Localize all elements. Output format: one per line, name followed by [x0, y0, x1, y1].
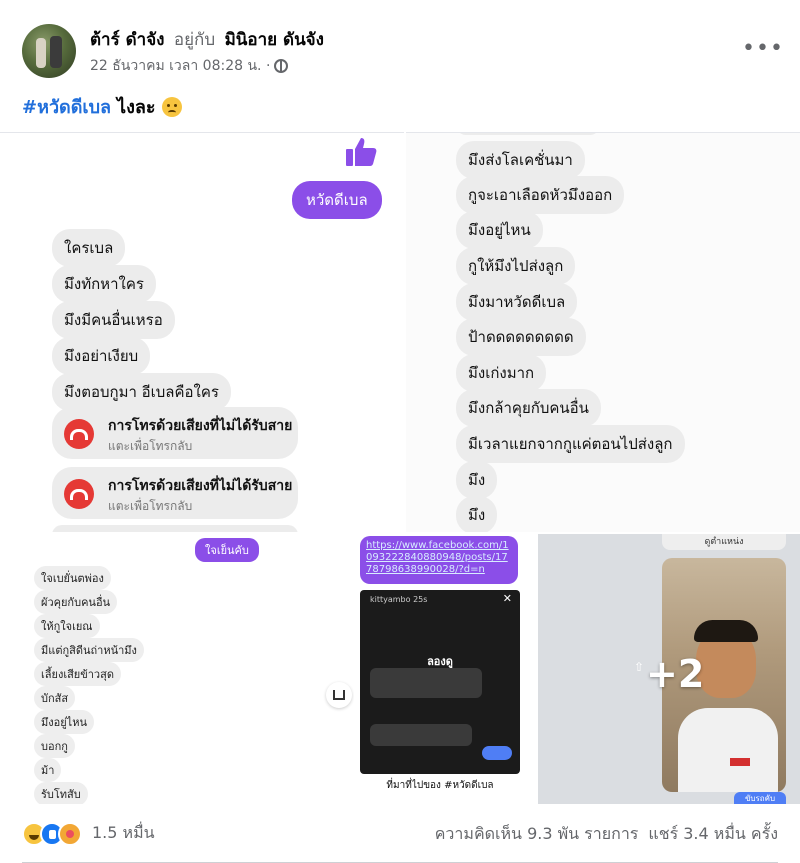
chat-message: มึง	[456, 496, 498, 532]
hair-shape	[694, 620, 758, 642]
chat-message: มึงมีคนอื่นเหรอ	[52, 301, 175, 339]
missed-call-bubble: การโทรด้วยเสียงที่ไม่ได้รับสาย แตะเพื่อโ…	[52, 467, 298, 519]
avatar-figure	[36, 38, 46, 68]
missed-call-title: การโทรด้วยเสียงที่ไม่ได้รับสาย	[108, 418, 293, 434]
shirt-logo	[730, 758, 750, 766]
story-message	[370, 668, 482, 698]
gallery-photo-5[interactable]: ดูตำแหน่ง ⇧ +2 ขับรถคับ	[538, 534, 800, 804]
chat-message: เลี้ยงเสียข้าวสุด	[34, 662, 121, 686]
chat-message: ผัวคุยกับคนอื่น	[34, 590, 118, 614]
chat-message: กูจะเอาเลือดหัวมึงออก	[456, 176, 625, 214]
chat-message: มึงอย่าเงียบ	[52, 337, 151, 375]
post-timestamp[interactable]: 22 ธันวาคม เวลา 08:28 น. ·	[90, 55, 270, 77]
more-photos-count[interactable]: +2	[646, 652, 704, 696]
missed-call-subtitle: แตะเพื่อโทรกลับ	[108, 439, 193, 453]
location-label: ดูตำแหน่ง	[662, 534, 786, 550]
chat-message: มึง	[456, 461, 498, 499]
chat-message: มึงทักหาใคร	[52, 265, 156, 303]
chat-message: มีเวลาแยกจากกูแค่ตอนไปส่งลูก	[456, 425, 685, 463]
close-icon: ✕	[502, 592, 512, 605]
care-reaction-icon	[58, 821, 82, 846]
purple-message: หวัดดีเบล	[292, 181, 382, 219]
post-footer: 1.5 หมื่น ความคิดเห็น 9.3 พัน รายการ แชร…	[0, 804, 800, 863]
story-username: kittyambo 25s	[370, 595, 428, 604]
purple-message: ใจเย็นคับ	[195, 538, 259, 562]
missed-call-subtitle: แตะเพื่อโทรกลับ	[108, 499, 193, 513]
more-icon: •••	[742, 36, 784, 61]
share-icon[interactable]	[326, 682, 352, 708]
tagged-user[interactable]: มินิอาย ดันจัง	[225, 30, 324, 50]
chat-message: มึงเก่งมาก	[456, 354, 547, 392]
thumbs-up-icon	[346, 138, 377, 166]
comment-count[interactable]: ความคิดเห็น 9.3 พัน รายการ	[435, 822, 639, 847]
story-screenshot: kittyambo 25s ✕ ลองดู	[360, 590, 520, 774]
story-button	[482, 746, 512, 760]
avatar-figure	[50, 36, 62, 68]
chat-message: มึงกล้าคุยกับคนอื่น	[456, 389, 601, 427]
story-message	[370, 724, 472, 746]
chat-message: ม้า	[34, 758, 62, 782]
missed-call-bubble	[52, 525, 298, 532]
author-avatar[interactable]	[22, 24, 76, 78]
missed-call-title: การโทรด้วยเสียงที่ไม่ได้รับสาย	[108, 478, 293, 494]
author-name[interactable]: ต้าร์ ดำจัง	[90, 30, 164, 50]
chat-message: มึงอยู่ไหน	[456, 211, 543, 249]
missed-call-icon	[64, 419, 94, 449]
chat-message: กูให้มึงไปส่งลูก	[456, 247, 576, 285]
chat-message: มึงอยู่ไหน	[34, 710, 94, 734]
chat-message: ใครเบล	[52, 229, 126, 267]
globe-icon	[274, 59, 289, 73]
gallery-photo-3[interactable]: ใจเย็นคับ ใจเบยั่นตพ่อง ผัวคุยกับคนอื่น …	[0, 534, 354, 804]
chat-message: ใจเบยั่นตพ่อง	[34, 566, 111, 590]
gallery-photo-4[interactable]: https://www.facebook.com/109322284088094…	[356, 534, 536, 804]
gallery-photo-1[interactable]: หวัดดีเบล ใครเบล มึงทักหาใคร มึงมีคนอื่น…	[0, 132, 404, 532]
chat-message: บักสัส	[34, 686, 76, 710]
share-count[interactable]: แชร์ 3.4 หมื่น ครั้ง	[648, 822, 778, 847]
caption-text: ไงละ	[117, 97, 156, 118]
chat-message: มึงตอบกูมา อีเบลคือใคร	[52, 373, 231, 411]
more-options-button[interactable]: •••	[742, 34, 783, 64]
chat-message: ป้าดดดดดดดดด	[456, 318, 586, 356]
shirt-shape	[678, 708, 778, 792]
chat-message: มีแต่กูสิดีนถ่าหน้ามึง	[34, 638, 144, 662]
chat-message-cut	[456, 133, 600, 135]
chat-message: บอกกู	[34, 734, 75, 758]
engagement-stats: ความคิดเห็น 9.3 พัน รายการ แชร์ 3.4 หมื่…	[435, 822, 778, 847]
gallery-photo-2[interactable]: มึงส่งโลเคชั่นมา กูจะเอาเลือดหัวมึงออก ม…	[406, 132, 800, 532]
chat-message: มึงมาหวัดดีเบล	[456, 283, 578, 321]
chat-chip: ขับรถคับ	[734, 792, 786, 804]
with-label: อยู่กับ	[173, 30, 216, 50]
tearful-face-emoji-icon	[161, 96, 182, 117]
shared-link[interactable]: https://www.facebook.com/109322284088094…	[360, 536, 518, 584]
author-line: ต้าร์ ดำจัง อยู่กับ มินิอาย ดันจัง	[90, 26, 324, 53]
story-caption: ที่มาที่ไปของ #หวัดดีเบล	[386, 780, 494, 791]
reaction-count[interactable]: 1.5 หมื่น	[92, 821, 155, 846]
post-meta: 22 ธันวาคม เวลา 08:28 น. ·	[90, 55, 289, 77]
post-caption: #หวัดดีเบล ไงละ	[22, 92, 182, 121]
missed-call-bubble: การโทรด้วยเสียงที่ไม่ได้รับสาย แตะเพื่อโ…	[52, 407, 298, 459]
chat-message: ให้กูใจเยณ	[34, 614, 100, 638]
missed-call-icon	[64, 479, 94, 509]
hashtag-link[interactable]: #หวัดดีเบล	[22, 92, 111, 121]
post-header: ต้าร์ ดำจัง อยู่กับ มินิอาย ดันจัง 22 ธั…	[0, 0, 800, 90]
photo-gallery: หวัดดีเบล ใครเบล มึงทักหาใคร มึงมีคนอื่น…	[0, 132, 800, 804]
chat-message: มึงส่งโลเคชั่นมา	[456, 141, 585, 179]
chat-message: รับโทสับ	[34, 782, 88, 804]
reactions-summary[interactable]: 1.5 หมื่น	[22, 821, 155, 846]
share-icon: ⇧	[634, 660, 645, 674]
